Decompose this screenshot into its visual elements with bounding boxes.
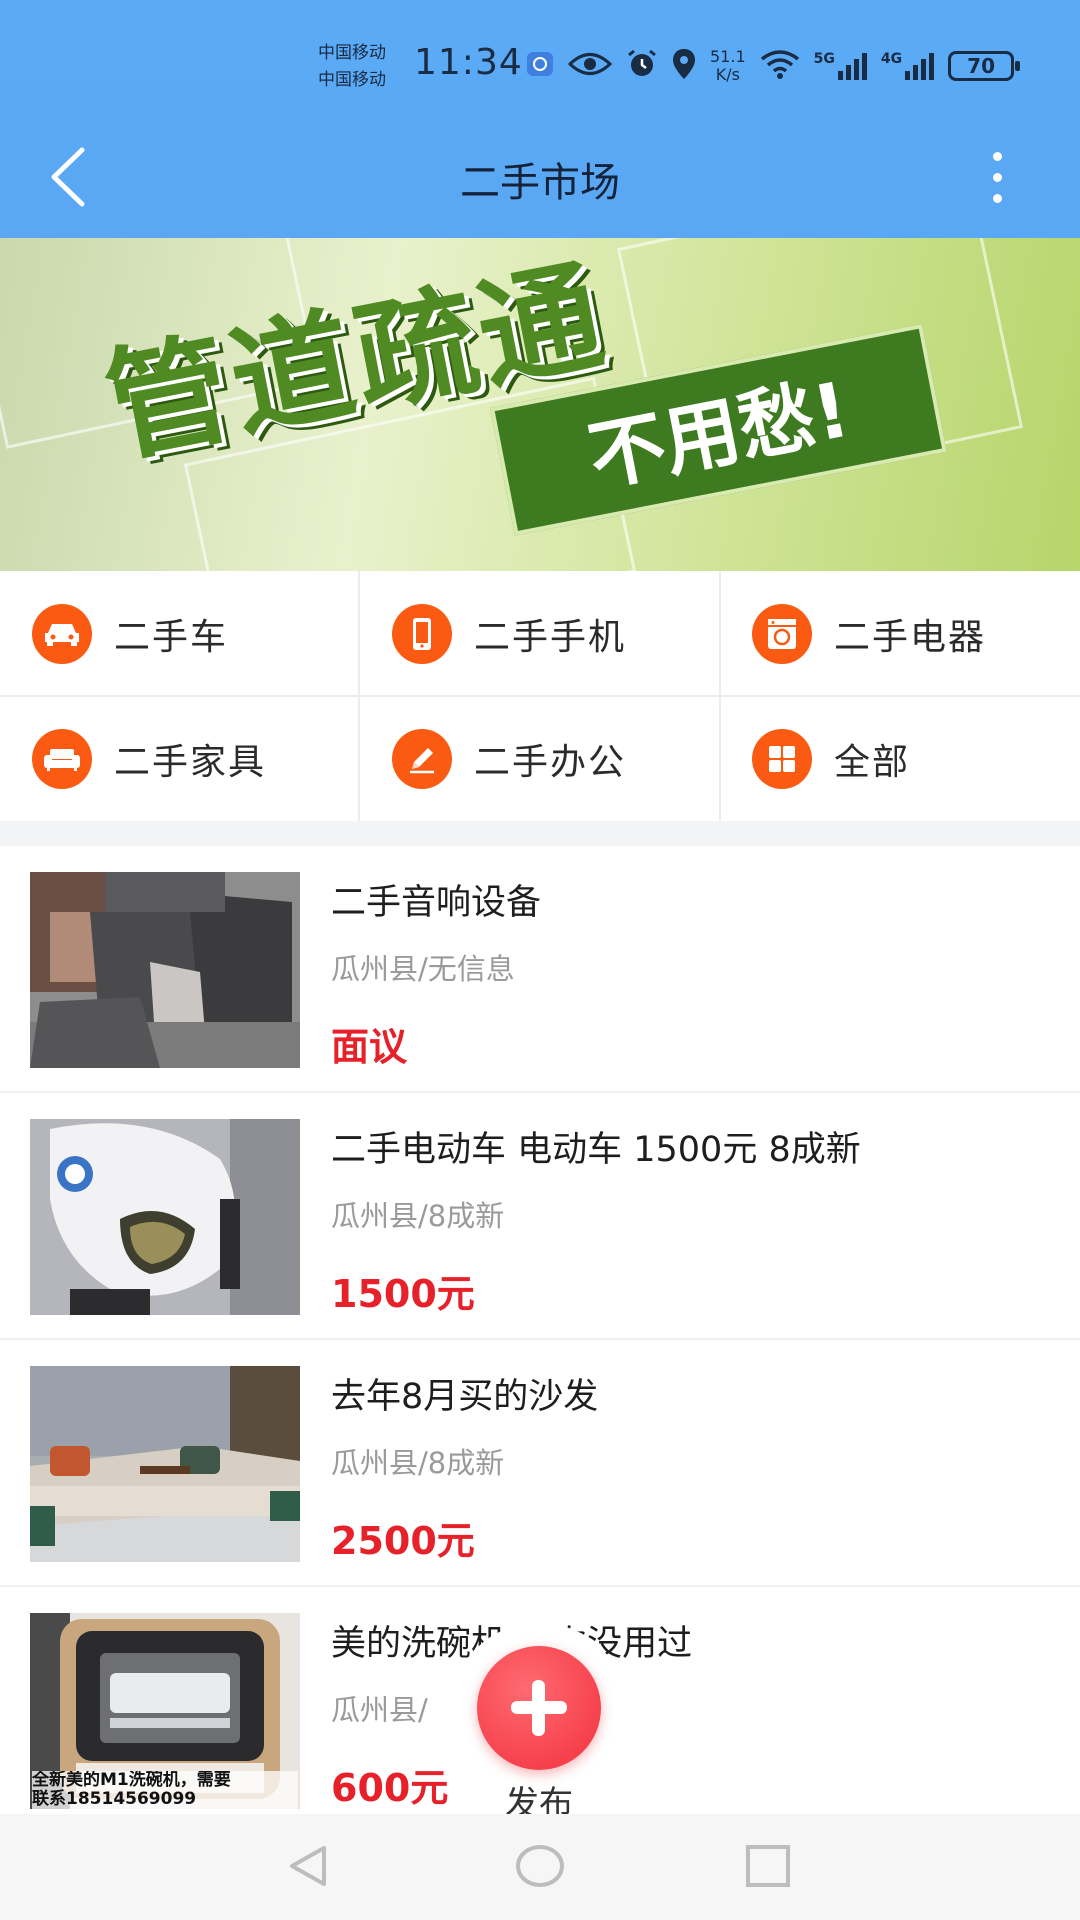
category-label: 全部 <box>834 741 911 783</box>
status-icons: 51.1 K/s 5G 4G 70 <box>526 46 1021 86</box>
listing-title: 二手音响设备 <box>331 883 542 923</box>
more-menu-button[interactable] <box>982 146 1012 210</box>
eye-icon <box>567 51 613 81</box>
category-grid: 二手车 二手手机 二手电器 二手家具 二手办公 全部 <box>0 571 1080 821</box>
nav-back-triangle-icon[interactable] <box>284 1842 332 1890</box>
listing-location: 瓜州县/8成新 <box>331 1446 505 1480</box>
app-header: 中国移动 中国移动 11:34 51.1 K/s 5G 4G 70 二手市场 <box>0 0 1080 238</box>
signal-4g-label: 4G <box>880 51 903 67</box>
category-used-furniture[interactable]: 二手家具 <box>0 696 360 821</box>
listing-location: 瓜州县/无信息 <box>331 952 515 986</box>
carrier-2: 中国移动 <box>318 70 386 90</box>
alarm-app-icon <box>526 51 554 81</box>
category-used-car[interactable]: 二手车 <box>0 571 360 696</box>
listing-price: 2500元 <box>331 1519 475 1563</box>
listing-title: 二手电动车 电动车 1500元 8成新 <box>331 1130 861 1170</box>
image-caption-line-2: 联系18514569099 <box>32 1789 197 1809</box>
phone-icon <box>392 603 452 664</box>
page-title: 二手市场 <box>460 160 620 206</box>
location-icon <box>672 48 696 84</box>
wifi-icon <box>760 49 800 83</box>
listing-image-caption: 全新美的M1洗碗机，需要 联系18514569099 <box>32 1771 298 1809</box>
category-label: 二手车 <box>114 616 229 658</box>
category-label: 二手家具 <box>114 741 267 783</box>
listing-price: 1500元 <box>331 1272 475 1316</box>
nav-recents-square-icon[interactable] <box>744 1842 792 1890</box>
listing-image-speakers <box>30 872 300 1068</box>
signal-4g-icon: 4G <box>880 51 935 81</box>
listing-item[interactable]: 二手音响设备 瓜州县/无信息 面议 <box>0 846 1080 1093</box>
category-used-appliance[interactable]: 二手电器 <box>720 571 1080 696</box>
more-dot-2 <box>993 173 1002 182</box>
image-caption-line-1: 全新美的M1洗碗机，需要 <box>32 1771 231 1790</box>
more-dot-3 <box>993 194 1002 203</box>
publish-button[interactable] <box>477 1646 601 1770</box>
net-speed-unit: K/s <box>715 65 740 84</box>
publish-fab-container: 发布 <box>454 1624 624 1824</box>
status-time: 11:34 <box>414 42 523 83</box>
category-all[interactable]: 全部 <box>720 696 1080 821</box>
washing-machine-icon <box>752 603 812 664</box>
sofa-icon <box>32 728 92 789</box>
car-icon <box>32 603 92 664</box>
carrier-1: 中国移动 <box>318 43 386 63</box>
listing-image-dishwasher: 全新美的M1洗碗机，需要 联系18514569099 <box>30 1613 300 1809</box>
alarm-clock-icon <box>626 48 658 84</box>
system-navigation-bar <box>0 1814 1080 1920</box>
signal-5g-label: 5G <box>813 51 835 67</box>
listing-item[interactable]: 去年8月买的沙发 瓜州县/8成新 2500元 <box>0 1340 1080 1587</box>
battery-indicator: 70 <box>948 51 1021 81</box>
net-speed: 51.1 K/s <box>710 48 746 84</box>
promo-banner[interactable]: 管道疏通 不用愁! <box>0 238 1080 571</box>
listing-price: 面议 <box>331 1025 408 1069</box>
grid-icon <box>752 728 812 789</box>
category-label: 二手办公 <box>474 741 627 783</box>
listing-image-scooter <box>30 1119 300 1315</box>
category-used-phone[interactable]: 二手手机 <box>360 571 720 696</box>
net-speed-value: 51.1 <box>710 47 746 66</box>
category-label: 二手电器 <box>834 616 987 658</box>
listing-location: 瓜州县/8成新 <box>331 1199 505 1233</box>
category-label: 二手手机 <box>474 616 627 658</box>
listing-location: 瓜州县/ <box>331 1693 428 1727</box>
status-bar: 中国移动 中国移动 11:34 51.1 K/s 5G 4G 70 <box>0 0 1080 120</box>
listing-image-sofa <box>30 1366 300 1562</box>
category-used-office[interactable]: 二手办公 <box>360 696 720 821</box>
nav-home-circle-icon[interactable] <box>514 1842 566 1890</box>
listing-item[interactable]: 二手电动车 电动车 1500元 8成新 瓜州县/8成新 1500元 <box>0 1093 1080 1340</box>
listing-price: 600元 <box>331 1766 449 1810</box>
listing-title: 去年8月买的沙发 <box>331 1377 599 1417</box>
carrier-label: 中国移动 中国移动 <box>318 40 386 94</box>
signal-5g-icon: 5G <box>814 51 867 81</box>
section-gap <box>0 821 1080 846</box>
pencil-icon <box>392 728 452 789</box>
more-dots-icon <box>993 152 1002 161</box>
